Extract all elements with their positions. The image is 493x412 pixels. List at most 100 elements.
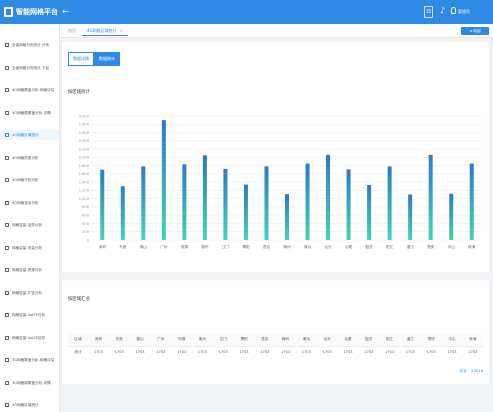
tab-region-statistics[interactable]: 4G网格区域统计 × (82, 26, 129, 36)
table-header-cell: 肇庆 (420, 334, 442, 346)
bar[interactable] (285, 194, 289, 240)
menu-item-icon (5, 200, 9, 205)
y-tick-label: 2,200 (79, 147, 90, 151)
y-tick-label: 2,800 (79, 123, 90, 127)
menu-item-icon (5, 43, 9, 47)
sidebar-item[interactable]: 4G网格覆盖分析-网格评估 (0, 85, 59, 95)
bar[interactable] (469, 163, 474, 240)
user-icon[interactable] (451, 7, 456, 14)
x-tick-label: 茂名 (263, 244, 271, 249)
bar-chart: 0 200 400 600 800 1,000 1,200 1,400 1,600 1,800 2,… (79, 114, 482, 249)
table-cell: 1703 (191, 345, 213, 358)
sidebar-item-label: 网格容量-资源分析 (12, 268, 43, 272)
y-tick-label: 2,600 (79, 131, 90, 135)
table-cell: 1703 (88, 345, 109, 358)
x-tick-label: 梅州 (283, 244, 291, 249)
table-cell: 1703 (254, 345, 276, 358)
menu-item-icon (5, 223, 9, 227)
sidebar-item[interactable]: 5G网格区域统计 (0, 400, 59, 410)
bar[interactable] (120, 186, 125, 240)
table-header-cell: 佛山 (129, 334, 151, 346)
menu-item-icon (5, 110, 9, 115)
bar[interactable] (367, 185, 372, 240)
sidebar-item[interactable]: 5G网格弱覆盖分析-详情 (0, 378, 59, 388)
table-cell: 1703 (275, 345, 296, 358)
menu-item-icon (5, 178, 9, 182)
bar[interactable] (182, 164, 187, 240)
y-tick-label: 1,800 (79, 164, 90, 168)
y-tick-label: 2,400 (79, 139, 90, 143)
sidebar-item-label: 全省网格分布统计-下钻 (12, 65, 50, 70)
menu-item-icon (5, 268, 9, 272)
table-cell: 1703 (358, 345, 380, 358)
table-row: 统计 1703 1703 1703 1703 1703 1703 1703 1703 1703 17… (68, 345, 484, 358)
sidebar-item[interactable]: 网格容量-话务分析 (0, 220, 59, 230)
table-cell: 1703 (420, 345, 442, 358)
table-header-cell: 河源 (171, 334, 192, 346)
table-cell: 1703 (441, 345, 463, 358)
x-tick-label: 珠海 (468, 244, 476, 249)
back-arrow-icon[interactable]: ← (62, 6, 69, 18)
bar[interactable] (346, 169, 351, 240)
fullscreen-icon[interactable]: ⚃ (424, 6, 433, 18)
table-cell: 1703 (316, 345, 338, 358)
collapse-button[interactable]: ≡ 收起 (461, 27, 489, 35)
table-cell: 1703 (462, 345, 484, 358)
sidebar-item-label: 5G网格覆盖分析-网格评估 (12, 358, 55, 362)
top-bar: 智能网格平台 ← ⚃ ♪ 管理员 (0, 0, 493, 24)
table-cell: 1703 (379, 345, 400, 358)
bar[interactable] (161, 120, 166, 240)
y-tick-label: 1,400 (79, 180, 90, 184)
bar[interactable] (223, 168, 228, 240)
bar[interactable] (141, 166, 146, 240)
sidebar-item-label: 网格容量-VoLTE话务 (12, 335, 46, 340)
sidebar-item[interactable]: 全省网格分布统计-下钻 (0, 63, 59, 73)
sidebar-item-label: 4G网格覆盖分析-网格评估 (12, 88, 55, 92)
table-cell: 1703 (233, 345, 255, 358)
sidebar-item[interactable]: 4G网格质差分析 (0, 153, 59, 163)
sidebar-item-label: 4G网格弱覆盖分析-详情 (12, 110, 51, 115)
sidebar-item-label: 网格容量-扩容分析 (12, 290, 43, 295)
bar[interactable] (305, 163, 310, 240)
table-cell: 1703 (171, 345, 192, 358)
sidebar-item[interactable]: 网格容量-VoLTE话务 (0, 333, 59, 343)
sidebar-item-label: 5G网格区域统计 (12, 403, 39, 407)
sidebar-item[interactable]: 全省网格分布统计-分布 (0, 40, 59, 50)
sidebar-item[interactable]: 网格容量-VoLTE分析 (0, 310, 59, 320)
close-icon[interactable]: × (120, 28, 123, 33)
bar[interactable] (428, 154, 433, 240)
menu-item-icon (5, 245, 9, 250)
bar[interactable] (243, 184, 248, 240)
summary-table: 区域 深圳 东莞 佛山 广州 河源 惠州 江门 揭阳 茂名 梅州 清远 汕头 汕尾 韶关 阳江 湛江 肇庆 中山 珠海… (68, 334, 484, 358)
sidebar-item[interactable]: 4G网格投诉分析 (0, 198, 59, 208)
bell-icon[interactable]: ♪ (440, 5, 445, 17)
tab-label: 4G网格区域统计 (87, 28, 117, 33)
bar[interactable] (387, 166, 392, 240)
sidebar-item[interactable]: 网格容量-流量分析 (0, 243, 59, 253)
x-tick-label: 佛山 (140, 244, 148, 249)
menu-item-icon (5, 290, 9, 295)
table-header-cell: 梅州 (275, 334, 296, 346)
menu-item-icon (5, 403, 9, 407)
user-name[interactable]: 管理员 (458, 9, 470, 15)
bar[interactable] (449, 193, 454, 240)
sidebar-item[interactable]: 4G网格弱覆盖分析-详情 (0, 108, 59, 118)
bar[interactable] (326, 154, 331, 240)
bar[interactable] (100, 169, 105, 240)
table-header-row: 区域 深圳 东莞 佛山 广州 河源 惠州 江门 揭阳 茂名 梅州 清远 汕头 汕尾 韶关 阳江 湛江 肇庆 中山 珠海 (68, 334, 484, 346)
sidebar-item[interactable]: 4G网格干扰分析 (0, 175, 59, 185)
x-tick-label: 广州 (160, 244, 168, 249)
x-tick-label: 湛江 (407, 244, 415, 249)
y-tick-label: 0 (87, 238, 90, 242)
bar[interactable] (202, 155, 207, 240)
menu-item-icon (5, 65, 9, 70)
x-tick-label: 江门 (222, 244, 230, 249)
sidebar-item[interactable]: 网格容量-资源分析 (0, 265, 59, 275)
sidebar-item[interactable]: 4G网格区域统计 (0, 130, 59, 140)
bar[interactable] (264, 166, 269, 240)
sidebar-item[interactable]: 网格容量-扩容分析 (0, 288, 59, 298)
sidebar-item[interactable]: 5G网格覆盖分析-网格评估 (0, 355, 59, 365)
bar[interactable] (408, 194, 413, 240)
breadcrumb-home[interactable]: 首页 (68, 24, 76, 38)
x-tick-label: 汕头 (324, 244, 332, 249)
